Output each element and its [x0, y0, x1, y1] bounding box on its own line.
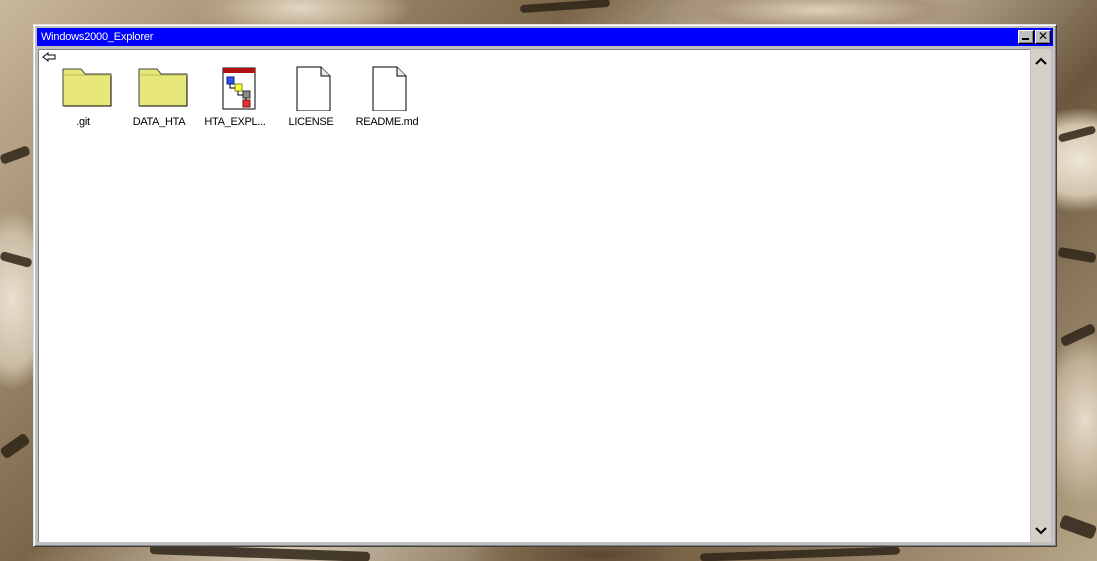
file-item-label: HTA_EXPL... — [204, 116, 266, 128]
title-bar[interactable]: Windows2000_Explorer ✕ — [37, 28, 1053, 46]
file-item-label: .git — [76, 116, 90, 128]
scroll-up-icon[interactable] — [1031, 51, 1051, 71]
scroll-down-icon[interactable] — [1031, 520, 1051, 540]
file-view[interactable]: .git DATA_HTA HTA_EXPL... LICENSE README… — [38, 49, 1030, 542]
minimize-button[interactable] — [1018, 30, 1034, 44]
close-button[interactable]: ✕ — [1035, 30, 1051, 44]
hta-application-icon — [222, 67, 256, 110]
file-item-hta-explorer[interactable]: HTA_EXPL... — [199, 65, 271, 131]
file-item-label: DATA_HTA — [132, 116, 186, 128]
file-item-label: LICENSE — [288, 116, 334, 128]
explorer-window: Windows2000_Explorer ✕ .git DATA_HTA HTA… — [33, 24, 1057, 547]
minimize-icon — [1022, 38, 1029, 40]
folder-icon — [138, 68, 188, 107]
vertical-scrollbar[interactable] — [1031, 49, 1051, 542]
file-item-license[interactable]: LICENSE — [275, 65, 347, 131]
document-icon — [372, 66, 407, 111]
document-icon — [296, 66, 331, 111]
file-item-readme[interactable]: README.md — [351, 65, 423, 131]
file-item-git[interactable]: .git — [47, 65, 119, 131]
file-item-label: README.md — [355, 116, 419, 128]
folder-icon — [62, 68, 112, 107]
close-icon: ✕ — [1037, 29, 1049, 43]
window-title: Windows2000_Explorer — [41, 31, 154, 43]
back-arrow-icon[interactable] — [42, 51, 56, 63]
file-item-data-hta[interactable]: DATA_HTA — [123, 65, 195, 131]
